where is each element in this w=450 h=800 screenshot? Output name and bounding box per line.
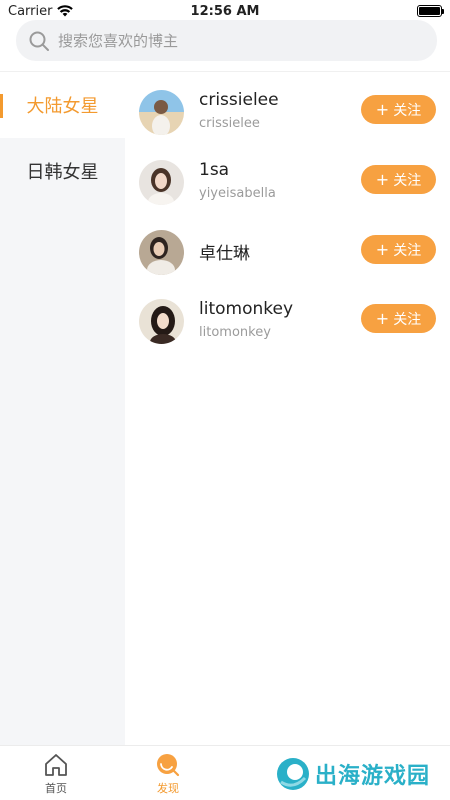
status-bar: Carrier 12:56 AM bbox=[0, 0, 450, 22]
tab-discover[interactable]: 发现 bbox=[138, 752, 198, 796]
follow-button[interactable]: + 关注 bbox=[361, 304, 436, 333]
plus-icon: + bbox=[375, 239, 390, 259]
carrier-label: Carrier bbox=[8, 3, 53, 19]
blogger-handle: crissielee bbox=[199, 116, 260, 131]
list-item[interactable]: 卓仕琳 + 关注 bbox=[125, 227, 450, 297]
tab-bar: 首页 发现 出海游戏园 bbox=[0, 745, 450, 800]
sidebar-item-label: 日韩女星 bbox=[26, 162, 99, 183]
follow-label: 关注 bbox=[393, 102, 422, 119]
avatar[interactable] bbox=[139, 299, 184, 344]
plus-icon: + bbox=[375, 99, 390, 119]
discover-icon bbox=[157, 754, 180, 777]
sidebar-item-japan-korea-actresses[interactable]: 日韩女星 bbox=[0, 138, 125, 204]
avatar[interactable] bbox=[139, 230, 184, 275]
blogger-handle: litomonkey bbox=[199, 325, 271, 340]
blogger-name: crissielee bbox=[199, 90, 279, 110]
watermark-emblem-icon bbox=[276, 758, 309, 790]
list-item[interactable]: litomonkey litomonkey + 关注 bbox=[125, 296, 450, 366]
tab-home[interactable]: 首页 bbox=[26, 752, 86, 796]
sidebar-item-mainland-actresses[interactable]: 大陆女星 bbox=[0, 72, 125, 138]
blogger-handle: yiyeisabella bbox=[199, 186, 276, 201]
follow-label: 关注 bbox=[393, 172, 422, 189]
follow-button[interactable]: + 关注 bbox=[361, 235, 436, 264]
home-icon bbox=[45, 754, 67, 776]
blogger-name: 卓仕琳 bbox=[199, 244, 250, 264]
list-item[interactable]: crissielee crissielee + 关注 bbox=[125, 87, 450, 157]
category-sidebar: 大陆女星 日韩女星 bbox=[0, 72, 125, 745]
status-left: Carrier bbox=[8, 3, 74, 19]
follow-button[interactable]: + 关注 bbox=[361, 165, 436, 194]
sidebar-item-label: 大陆女星 bbox=[26, 96, 99, 117]
wifi-icon bbox=[57, 5, 74, 17]
follow-button[interactable]: + 关注 bbox=[361, 95, 436, 124]
avatar[interactable] bbox=[139, 90, 184, 135]
blogger-name: 1sa bbox=[199, 160, 230, 180]
search-bar[interactable] bbox=[16, 20, 437, 61]
follow-label: 关注 bbox=[393, 242, 422, 259]
watermark-text: 出海游戏园 bbox=[314, 764, 430, 789]
list-item[interactable]: 1sa yiyeisabella + 关注 bbox=[125, 157, 450, 227]
blogger-name: litomonkey bbox=[199, 299, 294, 319]
tab-label: 首页 bbox=[45, 782, 67, 795]
tab-label: 发现 bbox=[157, 782, 179, 795]
search-input[interactable] bbox=[58, 31, 398, 50]
battery-icon bbox=[417, 5, 444, 17]
search-icon bbox=[29, 31, 49, 51]
plus-icon: + bbox=[375, 169, 390, 189]
avatar[interactable] bbox=[139, 160, 184, 205]
follow-label: 关注 bbox=[393, 311, 422, 328]
watermark-logo: 出海游戏园 bbox=[275, 756, 430, 792]
plus-icon: + bbox=[375, 308, 390, 328]
